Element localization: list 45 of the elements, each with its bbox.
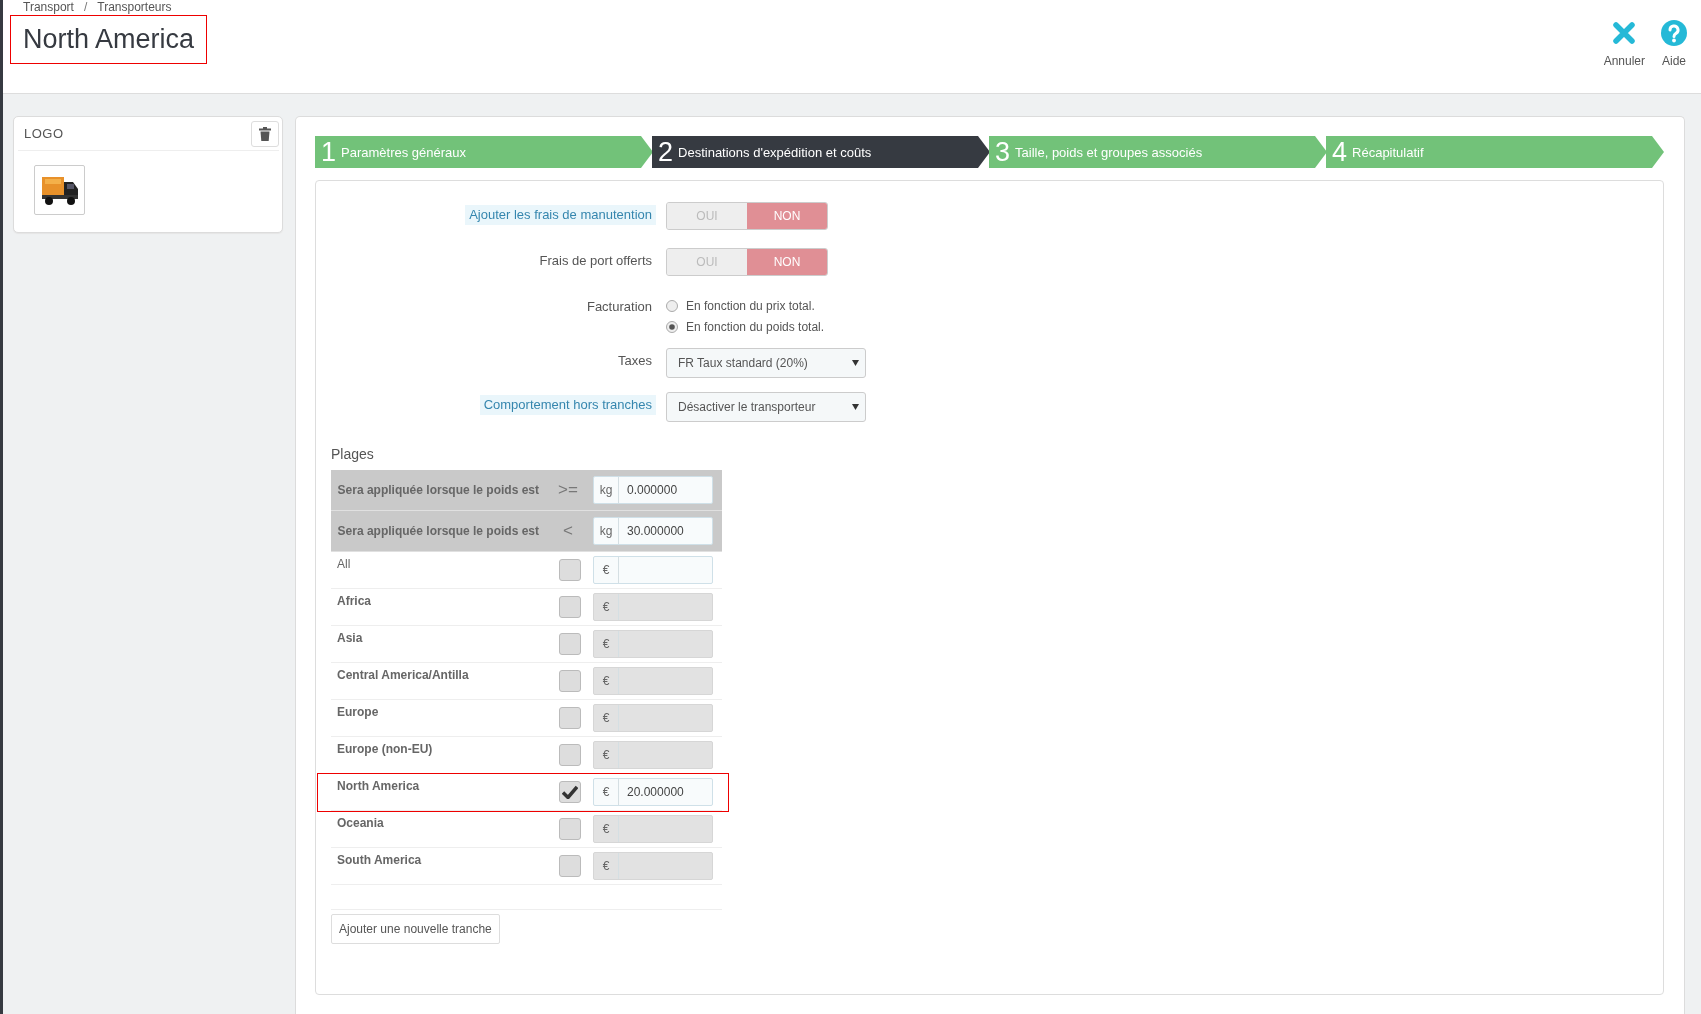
field-label: Facturation bbox=[585, 298, 653, 316]
field-label: Ajouter les frais de manutention bbox=[465, 205, 656, 225]
breadcrumb-link[interactable]: Transport bbox=[23, 0, 74, 15]
weight-field[interactable]: kg 30.000000 bbox=[593, 517, 713, 545]
delete-button[interactable] bbox=[251, 120, 279, 147]
field-label: Taxes bbox=[617, 352, 653, 370]
add-range-button[interactable]: Ajouter une nouvelle tranche bbox=[331, 914, 500, 944]
price-field[interactable]: € bbox=[593, 556, 713, 584]
trash-icon bbox=[259, 126, 271, 141]
dropdown-select[interactable]: FR Taux standard (20%) bbox=[666, 348, 866, 378]
help-button[interactable]: Aide bbox=[1661, 20, 1687, 93]
caret-icon bbox=[852, 404, 859, 410]
breadcrumb-separator: / bbox=[83, 0, 88, 15]
field-label: Comportement hors tranches bbox=[479, 395, 656, 415]
check-icon bbox=[562, 785, 578, 799]
zone-name: Asia bbox=[331, 625, 543, 663]
page-title: North America bbox=[10, 15, 208, 64]
dropdown-select[interactable]: Désactiver le transporteur bbox=[666, 392, 866, 422]
zone-name: Africa bbox=[331, 588, 543, 626]
radio-button[interactable] bbox=[666, 321, 678, 333]
close-icon bbox=[1613, 22, 1636, 44]
panel-title: LOGO bbox=[24, 126, 64, 141]
zone-name: Europe (non-EU) bbox=[331, 736, 543, 774]
help-icon bbox=[1661, 20, 1687, 46]
section-title: Plages bbox=[331, 446, 375, 462]
zone-name: Europe bbox=[331, 699, 543, 737]
billing-radio-option[interactable]: En fonction du poids total. bbox=[666, 320, 1663, 334]
field-label: Frais de port offerts bbox=[538, 252, 653, 270]
radio-button[interactable] bbox=[666, 300, 678, 312]
breadcrumb-link[interactable]: Transporteurs bbox=[97, 0, 172, 15]
price-field[interactable]: € 20.000000 bbox=[593, 778, 713, 806]
checkbox[interactable] bbox=[559, 781, 581, 803]
zone-name: All bbox=[331, 551, 543, 589]
range-label: Sera appliquée lorsque le poids est bbox=[331, 470, 543, 511]
zone-name: Central America/Antilla bbox=[331, 662, 543, 700]
range-label: Sera appliquée lorsque le poids est bbox=[331, 510, 543, 552]
zone-name: Oceania bbox=[331, 810, 543, 848]
weight-field[interactable]: kg 0.000000 bbox=[593, 476, 713, 504]
caret-icon bbox=[852, 360, 859, 366]
operator-label: >= bbox=[543, 470, 593, 511]
billing-radio-option[interactable]: En fonction du prix total. bbox=[666, 299, 1663, 313]
operator-label: < bbox=[543, 510, 593, 552]
cancel-button[interactable]: Annuler bbox=[1603, 20, 1645, 93]
zone-name: South America bbox=[331, 847, 543, 885]
checkbox[interactable] bbox=[559, 559, 581, 581]
